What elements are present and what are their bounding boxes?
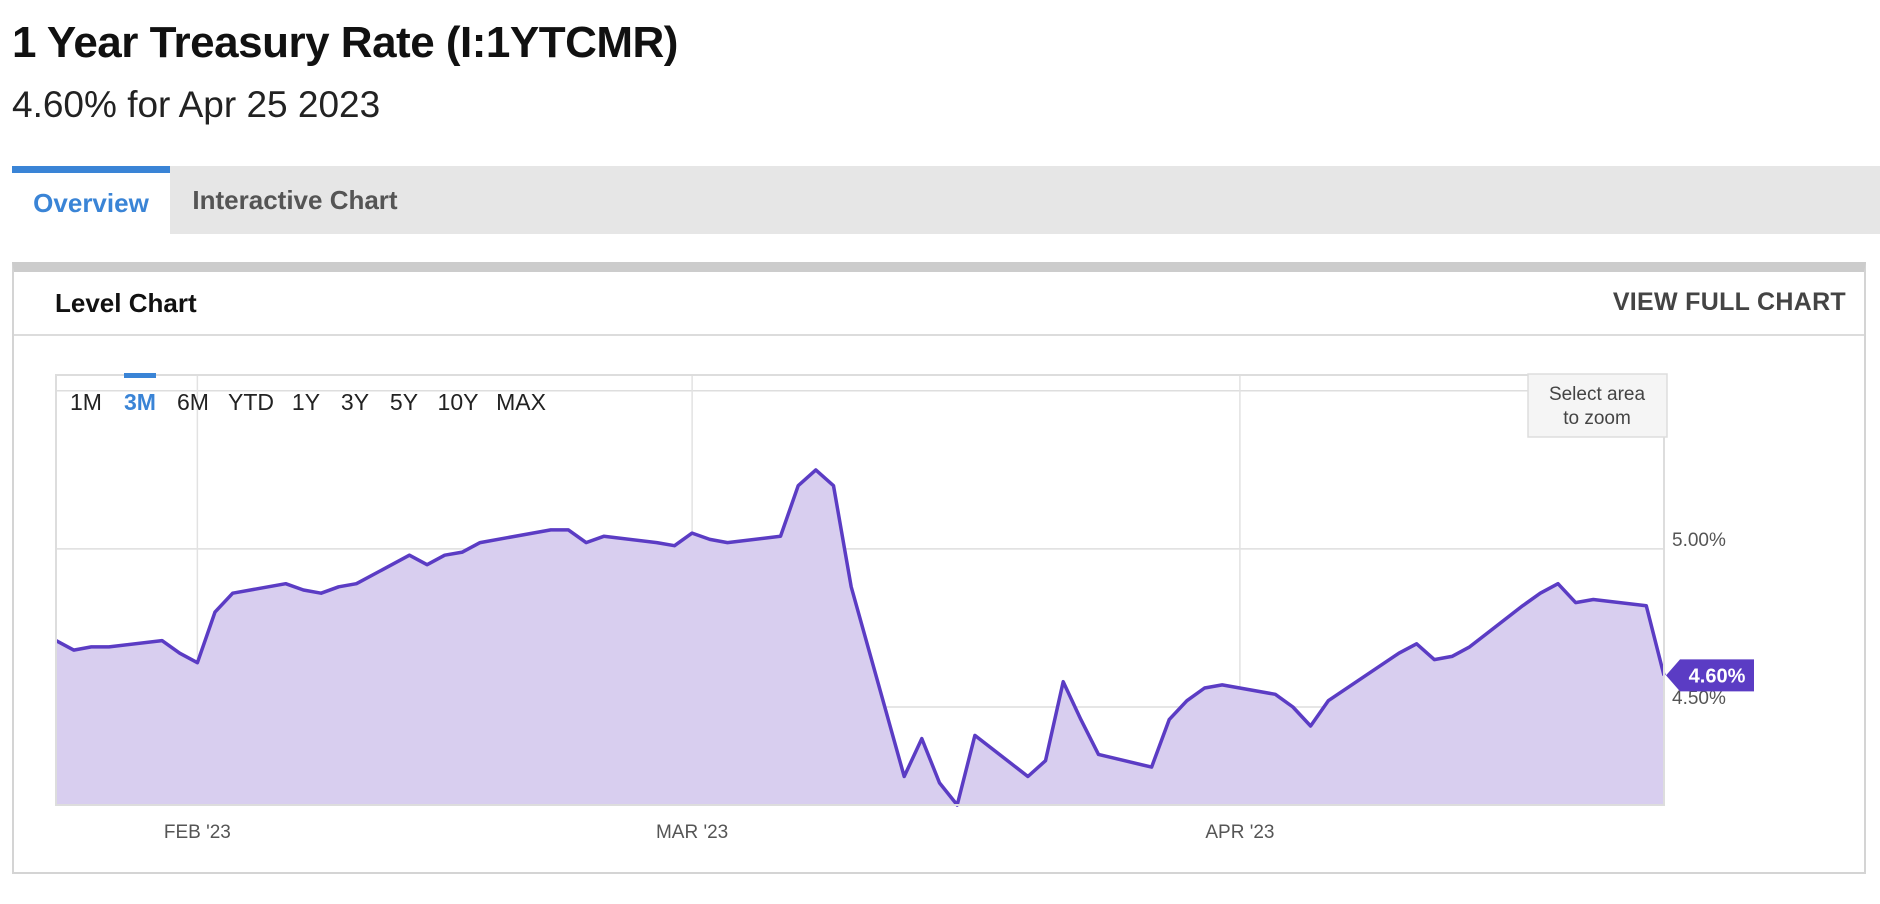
page-title: 1 Year Treasury Rate (I:1YTCMR)	[12, 18, 678, 67]
range-button-6m[interactable]: 6M	[177, 389, 209, 415]
x-tick-label: APR '23	[1205, 822, 1274, 843]
level-chart[interactable]: 1M 3M 6M YTD 1Y 3Y 5Y 10Y MAX FEB '23 MAR '23 APR …	[14, 272, 1864, 862]
tab-bar: Overview Interactive Chart	[12, 166, 1880, 234]
range-button-10y[interactable]: 10Y	[438, 389, 479, 415]
zoom-hint: Select area to zoom	[1527, 373, 1668, 438]
x-tick-label: FEB '23	[164, 822, 231, 843]
zoom-hint-line-1: Select area	[1549, 384, 1646, 405]
range-button-max[interactable]: MAX	[496, 389, 546, 415]
level-chart-panel: Level Chart VIEW FULL CHART 1M 3M 6M YTD 1Y 3…	[12, 262, 1866, 874]
range-button-3y[interactable]: 3Y	[341, 389, 369, 415]
x-tick-label: MAR '23	[656, 822, 728, 843]
range-button-5y[interactable]: 5Y	[390, 389, 418, 415]
page-subtitle: 4.60% for Apr 25 2023	[12, 84, 381, 125]
zoom-hint-line-2: to zoom	[1563, 408, 1631, 429]
series-area	[56, 469, 1664, 805]
range-button-3m[interactable]: 3M	[124, 389, 156, 415]
range-selected-indicator	[124, 373, 156, 378]
range-button-1y[interactable]: 1Y	[292, 389, 320, 415]
tab-interactive-chart[interactable]: Interactive Chart	[170, 166, 420, 234]
current-value-badge: 4.60%	[1666, 659, 1754, 692]
range-button-1m[interactable]: 1M	[70, 389, 102, 415]
y-tick-label: 5.00%	[1672, 530, 1726, 551]
tab-overview[interactable]: Overview	[12, 166, 170, 234]
current-value-label: 4.60%	[1689, 665, 1746, 687]
range-button-ytd[interactable]: YTD	[228, 389, 274, 415]
